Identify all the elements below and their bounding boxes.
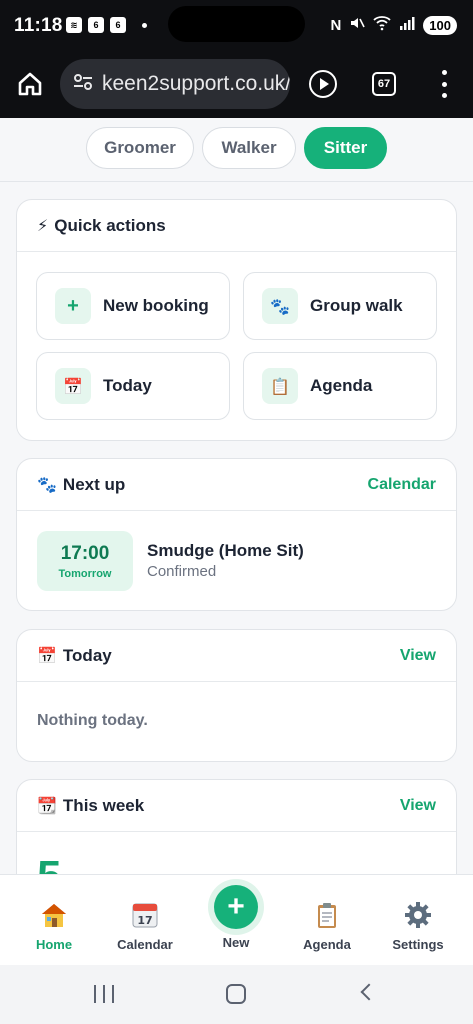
calendar-icon: 📅 (37, 646, 57, 665)
next-up-card: 🐾 Next up Calendar 17:00 Tomorrow Smudge… (16, 458, 457, 611)
system-home-icon[interactable] (226, 984, 246, 1004)
group-walk-button[interactable]: 🐾 Group walk (243, 272, 437, 340)
camera-cutout (168, 6, 305, 42)
next-appointment[interactable]: 17:00 Tomorrow Smudge (Home Sit) Confirm… (17, 511, 456, 609)
quick-actions-card: ⚡ Quick actions + New booking 🐾 Group wa… (16, 199, 457, 441)
paw-icon: 🐾 (262, 288, 298, 324)
system-navigation-bar (0, 965, 473, 1024)
status-bar: 11:18 ≋ 6 6 N 100 (0, 0, 473, 52)
today-label: Today (103, 376, 152, 395)
notification-icons: ≋ 6 6 (66, 17, 147, 33)
calendar-icon: 📆 (37, 796, 57, 815)
bottom-navigation: Home 17 Calendar New + Agenda Settings (0, 874, 473, 965)
svg-text:17: 17 (137, 914, 152, 927)
today-view-link[interactable]: View (400, 647, 436, 665)
this-week-title: This week (62, 795, 145, 815)
new-fab-button[interactable]: + (214, 885, 258, 929)
group-walk-label: Group walk (310, 296, 403, 315)
nav-agenda-label: Agenda (303, 937, 351, 952)
new-booking-label: New booking (103, 296, 209, 315)
recent-apps-icon[interactable] (94, 985, 114, 1003)
browser-menu-icon[interactable] (440, 70, 448, 98)
card-header: ⚡ Quick actions (17, 200, 456, 252)
appointment-status: Confirmed (147, 563, 217, 580)
card-header: 📅 Today View (17, 630, 456, 682)
nav-agenda[interactable]: Agenda (282, 875, 372, 966)
role-tab-walker[interactable]: Walker (202, 127, 296, 169)
card-header: 📆 This week View (17, 780, 456, 832)
browser-home-icon[interactable] (16, 70, 44, 98)
card-header: 🐾 Next up Calendar (17, 459, 456, 511)
role-tab-groomer[interactable]: Groomer (86, 127, 194, 169)
app-notification-icon: ≋ (66, 17, 82, 33)
appointment-title: Smudge (Home Sit) (147, 541, 304, 560)
gear-icon (402, 899, 434, 931)
wifi-icon (373, 15, 391, 35)
back-icon[interactable] (360, 983, 378, 1001)
play-icon[interactable] (309, 70, 337, 98)
appointment-time-chip: 17:00 Tomorrow (37, 531, 133, 591)
new-booking-button[interactable]: + New booking (36, 272, 230, 340)
today-title: Today (62, 645, 112, 665)
clipboard-icon (311, 899, 343, 931)
appointment-day: Tomorrow (58, 567, 112, 580)
system-status-icons: N 100 (330, 15, 457, 35)
calendar-icon: 17 (129, 899, 161, 931)
battery-indicator: 100 (423, 15, 457, 35)
clipboard-icon: 📋 (262, 368, 298, 404)
nav-home-label: Home (35, 937, 73, 952)
nav-new-label: New (222, 935, 250, 950)
quick-actions-title: Quick actions (54, 215, 166, 235)
signal-icon (399, 15, 415, 35)
url-text: keen2support.co.uk/ (102, 72, 290, 95)
mute-icon (349, 15, 366, 35)
nav-settings-label: Settings (392, 937, 444, 952)
tab-switcher-button[interactable]: 67 (372, 72, 396, 96)
browser-toolbar: keen2support.co.uk/ 67 (0, 52, 473, 118)
card-title: 📅 Today (37, 646, 112, 666)
today-button[interactable]: 📅 Today (36, 352, 230, 420)
this-week-view-link[interactable]: View (400, 797, 436, 815)
today-card: 📅 Today View Nothing today. (16, 629, 457, 762)
nav-calendar[interactable]: 17 Calendar (100, 875, 190, 966)
nav-calendar-label: Calendar (117, 937, 173, 952)
more-notifications-dot (142, 22, 147, 28)
plus-icon: + (55, 288, 91, 324)
nfc-icon: N (330, 16, 342, 34)
role-tab-sitter[interactable]: Sitter (304, 127, 387, 169)
site-settings-icon[interactable] (72, 71, 94, 98)
calendar-icon: 📅 (55, 368, 91, 404)
card-title: 📆 This week (37, 796, 144, 816)
status-time: 11:18 (14, 15, 63, 36)
paw-icon: 🐾 (37, 475, 57, 494)
quick-actions-grid: + New booking 🐾 Group walk 📅 Today 📋 Age… (17, 252, 456, 440)
today-empty-message: Nothing today. (37, 712, 148, 729)
calendar-link[interactable]: Calendar (368, 476, 436, 494)
nav-settings[interactable]: Settings (373, 875, 463, 966)
house-icon (38, 899, 70, 931)
agenda-label: Agenda (310, 376, 373, 395)
calendar-notification-icon: 6 (88, 17, 104, 33)
lightning-icon: ⚡ (37, 216, 49, 235)
address-bar[interactable]: keen2support.co.uk/ (60, 59, 290, 109)
next-up-title: Next up (62, 474, 126, 494)
calendar-notification-icon: 6 (110, 17, 126, 33)
nav-home[interactable]: Home (9, 875, 99, 966)
card-title: 🐾 Next up (37, 475, 125, 495)
appointment-time: 17:00 (60, 542, 110, 564)
role-selector: Groomer Walker Sitter (0, 118, 473, 182)
card-title: ⚡ Quick actions (37, 216, 166, 236)
plus-icon: + (227, 890, 245, 923)
agenda-button[interactable]: 📋 Agenda (243, 352, 437, 420)
